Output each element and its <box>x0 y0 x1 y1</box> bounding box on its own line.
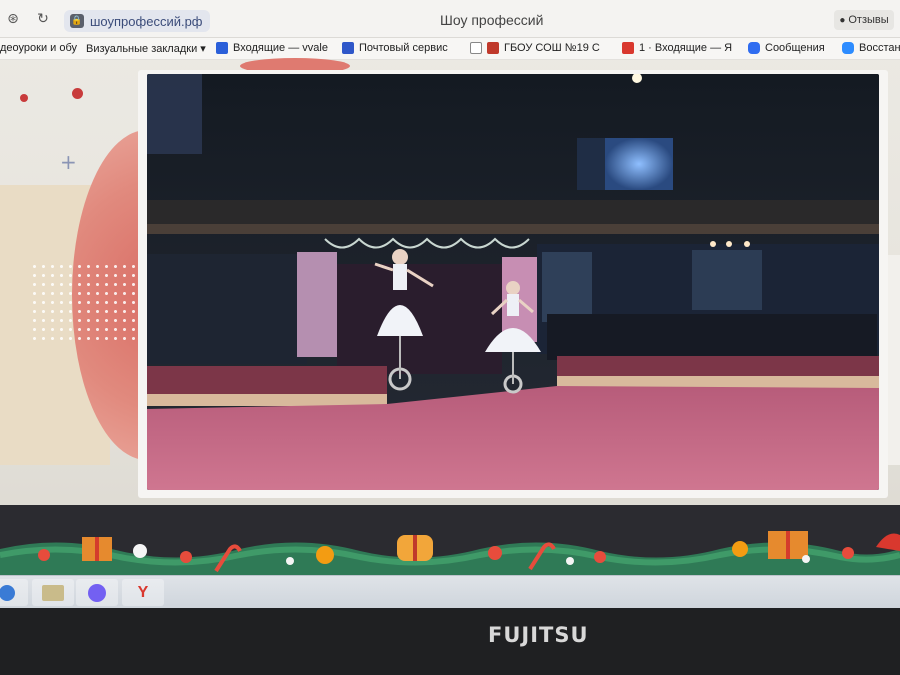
start-icon[interactable] <box>0 579 28 606</box>
laptop-bezel <box>0 608 900 675</box>
browser-toolbar: ⊛ ↻ 🔒 шоупрофессий.рф Шоу профессий ● От… <box>0 0 900 38</box>
ornament-icon <box>316 546 334 564</box>
bookmark-label: ГБОУ СОШ №19 С <box>504 42 600 54</box>
bookmark-label: Входящие — vvale <box>233 42 328 54</box>
laptop-brand-logo: FUJITSU <box>488 623 589 647</box>
bookmark-label: деоуроки и обу <box>0 42 78 54</box>
yandex-browser-icon[interactable]: Y <box>122 579 164 606</box>
bookmark-school[interactable]: ГБОУ СОШ №19 С <box>470 42 600 54</box>
snowflake-icon <box>133 544 147 558</box>
bookmarks-bar: деоуроки и обу Визуальные закладки ▾ Вхо… <box>0 38 900 60</box>
yandex-letter: Y <box>137 583 149 601</box>
snowflake-icon <box>566 557 574 565</box>
snowflake-icon <box>286 557 294 565</box>
page-title: Шоу профессий <box>440 12 544 28</box>
address-bar[interactable]: 🔒 шоупрофессий.рф <box>64 10 210 32</box>
circus-scene <box>147 74 879 490</box>
bookmark-video-lessons[interactable]: деоуроки и обу <box>0 42 77 54</box>
taskbar: Y <box>0 575 900 608</box>
reviews-label: Отзывы <box>848 14 889 26</box>
ornament-icon <box>38 549 50 561</box>
mail-window-icon <box>216 42 228 54</box>
gift-icon <box>82 537 112 561</box>
reload-icon[interactable]: ↻ <box>34 10 52 28</box>
decor-dot-grid <box>30 262 140 342</box>
document-icon <box>470 42 482 54</box>
envelope-icon <box>342 42 354 54</box>
bookmark-mail-service[interactable]: Почтовый сервис <box>342 42 448 54</box>
explorer-icon[interactable] <box>32 579 74 606</box>
address-text: шоупрофессий.рф <box>90 13 203 29</box>
decor-dot <box>72 88 83 99</box>
bookmark-messages[interactable]: Сообщения <box>748 42 825 54</box>
zoom-icon <box>842 42 854 54</box>
bookmark-label: Почтовый сервис <box>359 42 448 54</box>
viber-icon[interactable] <box>76 579 118 606</box>
chat-bubble-icon: ● <box>839 14 846 26</box>
reviews-button[interactable]: ● Отзывы <box>834 10 894 30</box>
decor-dot <box>20 94 28 102</box>
ornament-icon <box>842 547 854 559</box>
ornament-icon <box>180 551 192 563</box>
gift-icon <box>768 531 808 559</box>
bookmark-label: Визуальные закладки ▾ <box>86 43 206 55</box>
video-frame[interactable] <box>147 74 879 490</box>
bookmark-label: Восстан <box>859 42 900 54</box>
yandex-logo-icon[interactable]: ⊛ <box>4 10 22 28</box>
gift-icon <box>397 535 433 561</box>
plus-decor-icon: + <box>60 150 77 174</box>
bookmark-restore[interactable]: Восстан <box>842 42 900 54</box>
snowflake-icon <box>802 555 810 563</box>
christmas-garland <box>0 505 900 577</box>
bookmark-visual-bookmarks[interactable]: Визуальные закладки ▾ <box>86 42 206 55</box>
bookmark-label: 1 · Входящие — Я <box>639 42 733 54</box>
school-logo-icon <box>487 42 499 54</box>
video-player[interactable] <box>138 70 888 498</box>
ornament-icon <box>594 551 606 563</box>
chat-icon <box>748 42 760 54</box>
ornament-icon <box>732 541 748 557</box>
screen: ⊛ ↻ 🔒 шоупрофессий.рф Шоу профессий ● От… <box>0 0 900 608</box>
envelope-icon <box>622 42 634 54</box>
bookmark-yandex-inbox[interactable]: 1 · Входящие — Я <box>622 42 732 54</box>
bookmark-label: Сообщения <box>765 42 825 54</box>
bookmark-inbox-vvale[interactable]: Входящие — vvale <box>216 42 328 54</box>
lock-icon: 🔒 <box>70 14 84 28</box>
ornament-icon <box>488 546 502 560</box>
